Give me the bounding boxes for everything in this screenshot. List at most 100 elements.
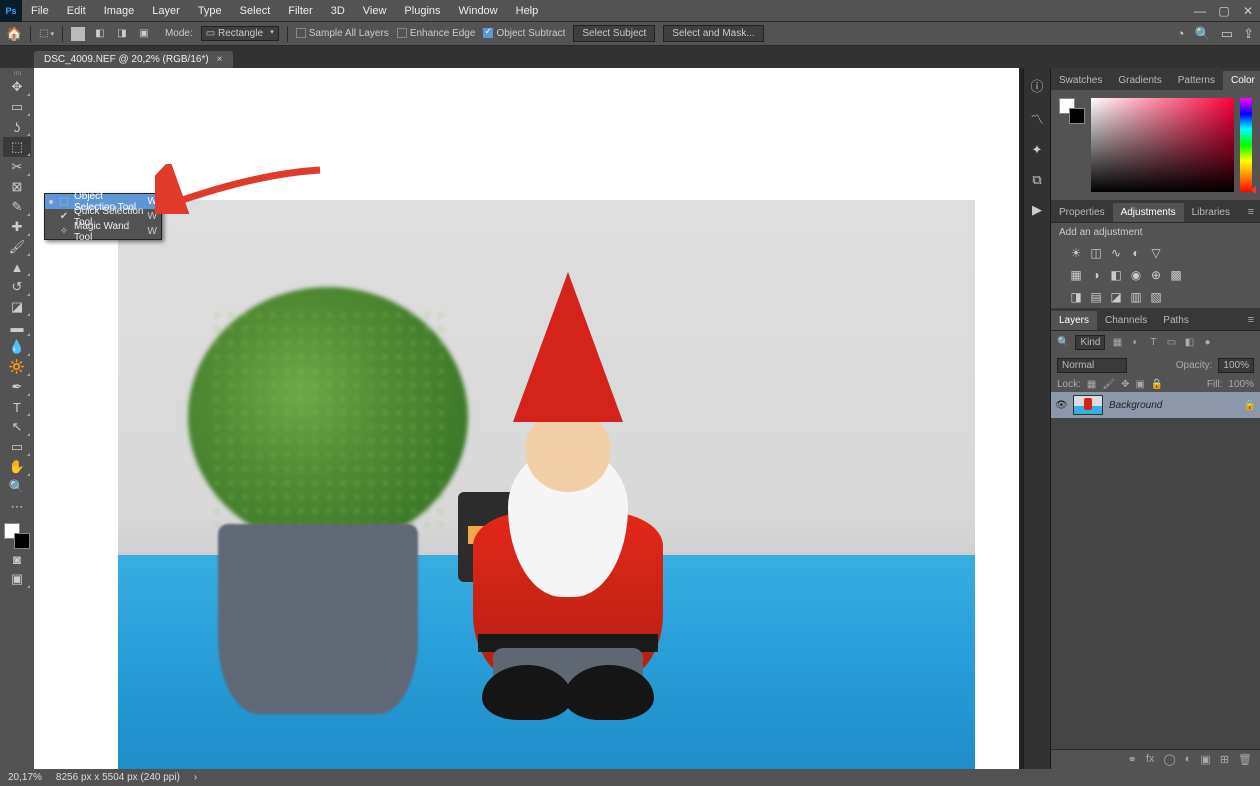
colorbalance-icon[interactable]: ◑ — [1089, 268, 1103, 282]
pen-tool[interactable]: ✒ — [3, 377, 31, 397]
menu-layer[interactable]: Layer — [143, 2, 189, 20]
history-brush-tool[interactable]: ↺ — [3, 277, 31, 297]
properties-tab[interactable]: Properties — [1051, 203, 1113, 222]
lock-all-icon[interactable]: 🔒 — [1151, 379, 1163, 390]
link-layers-icon[interactable]: ⚭ — [1128, 753, 1137, 766]
filter-toggle-icon[interactable]: ● — [1201, 337, 1213, 348]
document-tab[interactable]: DSC_4009.NEF @ 20,2% (RGB/16*) × — [34, 51, 233, 68]
new-selection-icon[interactable] — [71, 27, 85, 41]
layer-row-background[interactable]: 👁 Background 🔒 — [1051, 392, 1260, 418]
type-tool[interactable]: T — [3, 397, 31, 417]
lock-artboard-icon[interactable]: ▣ — [1135, 379, 1144, 390]
add-to-selection-icon[interactable]: ◧ — [93, 27, 107, 41]
blend-mode-dropdown[interactable]: Normal — [1057, 358, 1127, 373]
zoom-level[interactable]: 20,17% — [8, 772, 42, 783]
healing-brush-tool[interactable]: ✚ — [3, 217, 31, 237]
select-subject-button[interactable]: Select Subject — [573, 25, 655, 42]
menu-filter[interactable]: Filter — [279, 2, 321, 20]
filter-smart-icon[interactable]: ◧ — [1183, 337, 1195, 348]
delete-layer-icon[interactable]: 🗑 — [1238, 753, 1252, 766]
zoom-tool[interactable]: 🔍 — [3, 477, 31, 497]
menu-plugins[interactable]: Plugins — [395, 2, 449, 20]
close-tab-icon[interactable]: × — [217, 54, 223, 65]
crop-tool[interactable]: ✂ — [3, 157, 31, 177]
filter-type-icon[interactable]: T — [1147, 337, 1159, 348]
menu-image[interactable]: Image — [95, 2, 144, 20]
brush-tool[interactable]: 🖌 — [3, 237, 31, 257]
enhance-edge-checkbox[interactable]: Enhance Edge — [397, 28, 476, 39]
layer-fx-icon[interactable]: fx — [1146, 753, 1155, 766]
filter-adj-icon[interactable]: ◐ — [1129, 337, 1141, 348]
search-icon[interactable]: 🔍 — [1195, 26, 1211, 42]
filter-shape-icon[interactable]: ▭ — [1165, 337, 1177, 348]
layers-tab[interactable]: Layers — [1051, 311, 1097, 330]
libraries-tab[interactable]: Libraries — [1184, 203, 1238, 222]
path-selection-tool[interactable]: ↖ — [3, 417, 31, 437]
menu-3d[interactable]: 3D — [322, 2, 354, 20]
share-icon[interactable]: ⇪ — [1243, 26, 1254, 42]
flyout-magic-wand[interactable]: ✧ Magic Wand Tool W — [45, 224, 161, 239]
new-layer-icon[interactable]: ⊞ — [1220, 753, 1229, 766]
lasso-tool[interactable]: ʖ — [3, 117, 31, 137]
gradientmap-icon[interactable]: ▥ — [1129, 290, 1143, 304]
adjustment-layer-icon[interactable]: ◐ — [1185, 753, 1192, 766]
canvas-area[interactable] — [34, 68, 1023, 769]
hue-icon[interactable]: ▦ — [1069, 268, 1083, 282]
marquee-tool[interactable]: ▭ — [3, 97, 31, 117]
levels-icon[interactable]: ◫ — [1089, 246, 1103, 260]
filter-pixel-icon[interactable]: ▦ — [1111, 337, 1123, 348]
lock-image-icon[interactable]: 🖌 — [1102, 379, 1115, 390]
blur-tool[interactable]: 💧 — [3, 337, 31, 357]
dodge-tool[interactable]: 🔆 — [3, 357, 31, 377]
frame-tool[interactable]: ⊠ — [3, 177, 31, 197]
object-selection-tool[interactable]: ⬚ — [3, 137, 31, 157]
eyedropper-tool[interactable]: ✎ — [3, 197, 31, 217]
paths-tab[interactable]: Paths — [1155, 311, 1197, 330]
menu-help[interactable]: Help — [507, 2, 548, 20]
menu-view[interactable]: View — [354, 2, 396, 20]
photofilter-icon[interactable]: ◉ — [1129, 268, 1143, 282]
status-chevron-icon[interactable]: › — [194, 772, 197, 783]
menu-select[interactable]: Select — [231, 2, 280, 20]
quick-mask-icon[interactable]: ◙ — [3, 549, 31, 569]
panel-menu-icon[interactable]: ≡ — [1242, 202, 1260, 222]
layer-mask-icon[interactable]: ◯ — [1163, 753, 1175, 766]
foreground-background-swatch[interactable] — [4, 523, 30, 549]
hue-slider[interactable] — [1240, 98, 1252, 192]
swatches-tab[interactable]: Swatches — [1051, 71, 1110, 90]
select-and-mask-button[interactable]: Select and Mask... — [663, 25, 763, 42]
color-tab[interactable]: Color — [1223, 71, 1260, 90]
patterns-tab[interactable]: Patterns — [1170, 71, 1223, 90]
gradients-tab[interactable]: Gradients — [1110, 71, 1169, 90]
posterize-icon[interactable]: ▤ — [1089, 290, 1103, 304]
adjustments-tab[interactable]: Adjustments — [1113, 203, 1184, 222]
selectivecolor-icon[interactable]: ▧ — [1149, 290, 1163, 304]
channels-tab[interactable]: Channels — [1097, 311, 1155, 330]
exposure-icon[interactable]: ◐ — [1129, 246, 1143, 260]
edit-toolbar[interactable]: ⋯ — [3, 497, 31, 517]
move-tool[interactable]: ✥ — [3, 77, 31, 97]
sample-all-layers-checkbox[interactable]: Sample All Layers — [296, 28, 389, 39]
menu-file[interactable]: File — [22, 2, 58, 20]
layer-thumbnail[interactable] — [1073, 395, 1103, 415]
channelmixer-icon[interactable]: ⊕ — [1149, 268, 1163, 282]
shape-tool[interactable]: ▭ — [3, 437, 31, 457]
filter-kind-icon[interactable]: 🔍 — [1057, 337, 1069, 348]
opacity-field[interactable]: 100% — [1218, 358, 1254, 373]
fill-field[interactable]: 100% — [1228, 379, 1254, 390]
threshold-icon[interactable]: ◪ — [1109, 290, 1123, 304]
close-button[interactable]: ✕ — [1236, 3, 1260, 19]
maximize-button[interactable]: ▢ — [1212, 3, 1236, 19]
eraser-tool[interactable]: ◪ — [3, 297, 31, 317]
color-picker-field[interactable] — [1091, 98, 1234, 192]
group-icon[interactable]: ▣ — [1200, 753, 1210, 766]
color-swatch[interactable] — [1059, 98, 1085, 124]
menu-window[interactable]: Window — [450, 2, 507, 20]
document-dimensions[interactable]: 8256 px x 5504 px (240 ppi) — [56, 772, 180, 783]
workspace-icon[interactable]: ▭ — [1221, 26, 1233, 42]
histogram-panel-icon[interactable]: 〽 — [1030, 109, 1043, 128]
subtract-from-selection-icon[interactable]: ◨ — [115, 27, 129, 41]
cloud-docs-icon[interactable]: ◔ — [1177, 26, 1185, 41]
navigator-panel-icon[interactable]: ✦ — [1032, 142, 1043, 158]
bw-icon[interactable]: ◧ — [1109, 268, 1123, 282]
